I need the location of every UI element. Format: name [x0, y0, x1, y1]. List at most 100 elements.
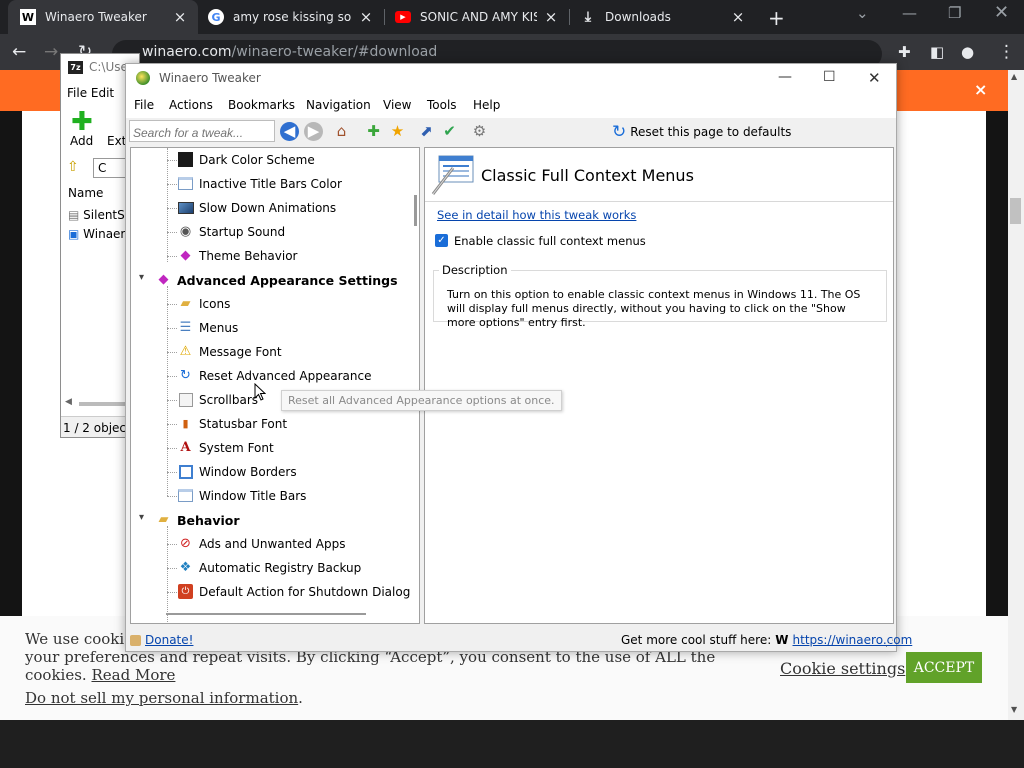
minimize-icon[interactable]: —	[902, 4, 917, 22]
close-tab-icon[interactable]: ×	[730, 8, 746, 26]
file-icon: ▤	[68, 208, 84, 222]
menu-help[interactable]: Help	[473, 98, 500, 112]
tree-hscrollbar-thumb[interactable]	[166, 613, 366, 615]
reset-page-button[interactable]: ↻ Reset this page to defaults	[612, 122, 791, 142]
tab-downloads[interactable]: ⤓ Downloads ×	[570, 0, 756, 34]
winaero-w-icon: W	[775, 633, 789, 647]
forward-arrow-icon[interactable]: →	[44, 42, 58, 62]
7zip-menubar[interactable]: File Edit	[67, 86, 114, 100]
close-window-icon[interactable]: ✕	[994, 2, 1009, 23]
tab-amy-rose-search[interactable]: G amy rose kissing sonic ×	[198, 0, 384, 34]
tab-title: SONIC AND AMY KISS	[420, 10, 537, 24]
forward-arrow-icon[interactable]: ▶	[304, 122, 323, 141]
back-arrow-icon[interactable]: ◀	[280, 122, 299, 141]
tree-item-inactive-title-bars-color[interactable]: Inactive Title Bars Color	[131, 172, 411, 196]
tree-scrollbar-thumb[interactable]	[414, 195, 417, 226]
close-tab-icon[interactable]: ×	[543, 8, 559, 26]
tab-winaero-tweaker[interactable]: W Winaero Tweaker ×	[8, 0, 198, 34]
menu-file[interactable]: File	[134, 98, 154, 112]
tree-category-behavior[interactable]: ▾ ▰ Behavior	[131, 508, 411, 532]
restore-icon[interactable]: ❐	[948, 4, 961, 22]
tab-search-chevron-icon[interactable]: ⌄	[856, 4, 869, 22]
tree-item-window-borders[interactable]: Window Borders	[131, 460, 411, 484]
settings-gear-icon[interactable]: ⚙	[470, 122, 489, 141]
scroll-down-arrow-icon[interactable]: ▼	[1011, 705, 1017, 714]
add-plus-icon[interactable]: ✚	[71, 109, 93, 135]
winaero-logo-icon	[136, 71, 150, 85]
tree-item-message-font[interactable]: ⚠ Message Font	[131, 340, 411, 364]
description-text: Turn on this option to enable classic co…	[447, 288, 861, 329]
tree-item-reset-advanced-appearance[interactable]: ↻ Reset Advanced Appearance	[131, 364, 411, 388]
minimize-icon[interactable]: —	[778, 69, 792, 85]
window-border-icon	[177, 463, 194, 480]
enable-classic-menus-checkbox[interactable]: ✓	[435, 234, 448, 247]
side-panel-icon[interactable]: ◧	[930, 42, 944, 62]
cookie-text-line1: We use cookie	[25, 630, 134, 648]
tweak-title: Classic Full Context Menus	[481, 166, 694, 185]
page-scrollbar[interactable]	[1008, 70, 1024, 720]
donate-link[interactable]: Donate!	[130, 633, 193, 647]
home-icon[interactable]: ⌂	[332, 122, 351, 141]
close-tab-icon[interactable]: ×	[358, 8, 374, 26]
hscroll-thumb[interactable]	[79, 402, 129, 406]
winaero-tweaker-window: Winaero Tweaker — ☐ ✕ File Actions Bookm…	[125, 63, 912, 652]
tree-item-system-font[interactable]: A System Font	[131, 436, 411, 460]
tree-item-startup-sound[interactable]: ◉ Startup Sound	[131, 220, 411, 244]
add-bookmark-icon[interactable]: ✚	[364, 122, 383, 141]
cookie-settings-link[interactable]: Cookie settings	[780, 659, 905, 678]
menu-navigation[interactable]: Navigation	[306, 98, 371, 112]
tree-category-advanced-appearance[interactable]: ▾ ◆ Advanced Appearance Settings	[131, 268, 411, 292]
palette-icon: ◆	[158, 272, 169, 287]
context-menu-icon	[431, 155, 474, 195]
reset-page-label: Reset this page to defaults	[630, 125, 792, 139]
checkbox-label[interactable]: Enable classic full context menus	[454, 234, 646, 248]
kebab-menu-icon[interactable]: ⋮	[998, 42, 1015, 62]
tree-item-statusbar-font[interactable]: ▮ Statusbar Font	[131, 412, 411, 436]
winaero-url-link[interactable]: https://winaero.com	[793, 633, 913, 647]
tree-item-dark-color-scheme[interactable]: Dark Color Scheme	[131, 148, 411, 172]
tree-item-slow-down-animations[interactable]: Slow Down Animations	[131, 196, 411, 220]
menu-actions[interactable]: Actions	[169, 98, 213, 112]
tree-item-menus[interactable]: ☰ Menus	[131, 316, 411, 340]
window-icon	[177, 487, 194, 504]
shortcut-arrow-icon[interactable]: ⬈	[417, 122, 436, 141]
page-scrollbar-thumb[interactable]	[1010, 198, 1021, 224]
close-tab-icon[interactable]: ×	[172, 8, 188, 26]
donate-icon	[130, 634, 141, 646]
tree-item-window-title-bars[interactable]: Window Title Bars	[131, 484, 411, 508]
download-icon: ⤓	[584, 9, 592, 25]
scroll-up-arrow-icon[interactable]: ▲	[1011, 72, 1017, 81]
tree-item-automatic-registry-backup[interactable]: ❖ Automatic Registry Backup	[131, 556, 411, 580]
maximize-icon[interactable]: ☐	[823, 69, 836, 85]
back-arrow-icon[interactable]: ←	[12, 42, 26, 62]
new-tab-plus-icon[interactable]: +	[768, 6, 785, 30]
banner-close-icon[interactable]: ×	[974, 80, 987, 99]
tree-item-theme-behavior[interactable]: ◆ Theme Behavior	[131, 244, 411, 268]
tweaker-titlebar: Winaero Tweaker — ☐ ✕	[126, 64, 896, 93]
close-window-icon[interactable]: ✕	[868, 69, 881, 87]
bookmarks-star-icon[interactable]: ★	[388, 122, 407, 141]
resize-grip-icon[interactable]: ⋰	[885, 639, 894, 649]
tree-item-ads-and-unwanted-apps[interactable]: ⊘ Ads and Unwanted Apps	[131, 532, 411, 556]
expand-chevron-icon[interactable]: ▾	[139, 272, 144, 283]
menu-bookmarks[interactable]: Bookmarks	[228, 98, 295, 112]
see-detail-link[interactable]: See in detail how this tweak works	[437, 208, 636, 222]
tweak-tree[interactable]: Dark Color Scheme Inactive Title Bars Co…	[130, 147, 420, 624]
tree-item-icons[interactable]: ▰ Icons	[131, 292, 411, 316]
expand-chevron-icon[interactable]: ▾	[139, 512, 144, 523]
do-not-sell-link[interactable]: Do not sell my personal information	[25, 689, 298, 707]
menu-view[interactable]: View	[383, 98, 411, 112]
registry-icon: ❖	[179, 560, 192, 575]
search-input[interactable]	[129, 120, 275, 142]
folder-icon: ▰	[158, 512, 169, 527]
read-more-link[interactable]: Read More	[91, 666, 175, 684]
page-margin-left	[0, 111, 22, 616]
tree-item-default-shutdown-action[interactable]: ⏻ Default Action for Shutdown Dialog	[131, 580, 411, 604]
tab-youtube-sonic-amy[interactable]: ▶ SONIC AND AMY KISS ×	[385, 0, 569, 34]
apply-check-icon[interactable]: ✔	[440, 122, 459, 141]
profile-avatar-icon[interactable]: ●	[961, 42, 974, 62]
accept-cookies-button[interactable]: ACCEPT	[906, 652, 982, 683]
youtube-favicon-icon: ▶	[395, 11, 411, 23]
menu-tools[interactable]: Tools	[427, 98, 457, 112]
extensions-puzzle-icon[interactable]: ✚	[898, 42, 911, 62]
